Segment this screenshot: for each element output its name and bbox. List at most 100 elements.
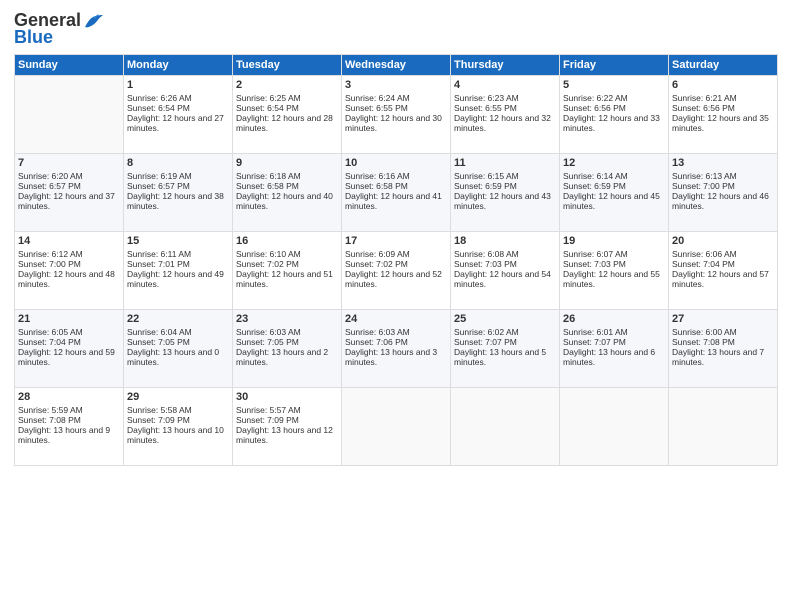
daylight-text: Daylight: 12 hours and 41 minutes. — [345, 191, 447, 211]
week-row-3: 14Sunrise: 6:12 AMSunset: 7:00 PMDayligh… — [15, 232, 778, 310]
sunset-text: Sunset: 7:07 PM — [454, 337, 556, 347]
calendar-cell — [451, 388, 560, 466]
sunrise-text: Sunrise: 6:23 AM — [454, 93, 556, 103]
daylight-text: Daylight: 13 hours and 0 minutes. — [127, 347, 229, 367]
sunrise-text: Sunrise: 6:07 AM — [563, 249, 665, 259]
sunset-text: Sunset: 7:00 PM — [18, 259, 120, 269]
sunrise-text: Sunrise: 6:02 AM — [454, 327, 556, 337]
daylight-text: Daylight: 12 hours and 55 minutes. — [563, 269, 665, 289]
day-number: 10 — [345, 157, 447, 169]
day-number: 23 — [236, 313, 338, 325]
daylight-text: Daylight: 12 hours and 27 minutes. — [127, 113, 229, 133]
col-header-friday: Friday — [560, 55, 669, 76]
page-container: General Blue SundayMondayTuesdayWednesda… — [0, 0, 792, 612]
sunset-text: Sunset: 7:05 PM — [127, 337, 229, 347]
sunset-text: Sunset: 7:05 PM — [236, 337, 338, 347]
calendar-cell: 17Sunrise: 6:09 AMSunset: 7:02 PMDayligh… — [342, 232, 451, 310]
sunrise-text: Sunrise: 6:09 AM — [345, 249, 447, 259]
day-number: 11 — [454, 157, 556, 169]
week-row-2: 7Sunrise: 6:20 AMSunset: 6:57 PMDaylight… — [15, 154, 778, 232]
day-number: 27 — [672, 313, 774, 325]
calendar-cell: 21Sunrise: 6:05 AMSunset: 7:04 PMDayligh… — [15, 310, 124, 388]
day-number: 28 — [18, 391, 120, 403]
calendar-cell: 25 Sunrise: 6:02 AMSunset: 7:07 PMDayligh… — [451, 310, 560, 388]
calendar-cell: 29 Sunrise: 5:58 AMSunset: 7:09 PMDayligh… — [124, 388, 233, 466]
day-number: 26 — [563, 313, 665, 325]
col-header-saturday: Saturday — [669, 55, 778, 76]
sunrise-text: Sunrise: 6:05 AM — [18, 327, 120, 337]
calendar-cell: 23Sunrise: 6:03 AMSunset: 7:05 PMDayligh… — [233, 310, 342, 388]
daylight-text: Daylight: 13 hours and 9 minutes. — [18, 425, 120, 445]
sunrise-text: Sunrise: 6:12 AM — [18, 249, 120, 259]
sunset-text: Sunset: 7:07 PM — [563, 337, 665, 347]
daylight-text: Daylight: 12 hours and 51 minutes. — [236, 269, 338, 289]
calendar-header-row: SundayMondayTuesdayWednesdayThursdayFrid… — [15, 55, 778, 76]
day-number: 17 — [345, 235, 447, 247]
day-number: 29 — [127, 391, 229, 403]
header: General Blue — [14, 10, 778, 48]
daylight-text: Daylight: 13 hours and 7 minutes. — [672, 347, 774, 367]
day-number: 7 — [18, 157, 120, 169]
sunrise-text: Sunrise: 6:26 AM — [127, 93, 229, 103]
sunset-text: Sunset: 6:54 PM — [127, 103, 229, 113]
calendar-cell: 20Sunrise: 6:06 AMSunset: 7:04 PMDayligh… — [669, 232, 778, 310]
daylight-text: Daylight: 12 hours and 28 minutes. — [236, 113, 338, 133]
calendar-body: 1Sunrise: 6:26 AMSunset: 6:54 PMDaylight… — [15, 76, 778, 466]
day-number: 5 — [563, 79, 665, 91]
sunset-text: Sunset: 7:03 PM — [454, 259, 556, 269]
calendar-cell: 16Sunrise: 6:10 AMSunset: 7:02 PMDayligh… — [233, 232, 342, 310]
daylight-text: Daylight: 12 hours and 38 minutes. — [127, 191, 229, 211]
sunset-text: Sunset: 7:09 PM — [236, 415, 338, 425]
daylight-text: Daylight: 12 hours and 33 minutes. — [563, 113, 665, 133]
sunrise-text: Sunrise: 5:59 AM — [18, 405, 120, 415]
col-header-wednesday: Wednesday — [342, 55, 451, 76]
sunset-text: Sunset: 7:06 PM — [345, 337, 447, 347]
calendar-cell: 30Sunrise: 5:57 AMSunset: 7:09 PMDayligh… — [233, 388, 342, 466]
calendar-cell: 4Sunrise: 6:23 AMSunset: 6:55 PMDaylight… — [451, 76, 560, 154]
daylight-text: Daylight: 13 hours and 12 minutes. — [236, 425, 338, 445]
sunrise-text: Sunrise: 6:03 AM — [345, 327, 447, 337]
calendar-cell: 22Sunrise: 6:04 AMSunset: 7:05 PMDayligh… — [124, 310, 233, 388]
calendar-cell — [560, 388, 669, 466]
calendar-cell: 27Sunrise: 6:00 AMSunset: 7:08 PMDayligh… — [669, 310, 778, 388]
day-number: 3 — [345, 79, 447, 91]
day-number: 6 — [672, 79, 774, 91]
sunset-text: Sunset: 6:56 PM — [563, 103, 665, 113]
calendar-cell: 13Sunrise: 6:13 AMSunset: 7:00 PMDayligh… — [669, 154, 778, 232]
day-number: 12 — [563, 157, 665, 169]
sunrise-text: Sunrise: 6:25 AM — [236, 93, 338, 103]
sunset-text: Sunset: 7:04 PM — [672, 259, 774, 269]
calendar-cell: 19Sunrise: 6:07 AMSunset: 7:03 PMDayligh… — [560, 232, 669, 310]
sunset-text: Sunset: 6:55 PM — [454, 103, 556, 113]
daylight-text: Daylight: 13 hours and 2 minutes. — [236, 347, 338, 367]
sunset-text: Sunset: 7:08 PM — [18, 415, 120, 425]
daylight-text: Daylight: 12 hours and 57 minutes. — [672, 269, 774, 289]
daylight-text: Daylight: 12 hours and 45 minutes. — [563, 191, 665, 211]
calendar-cell: 26Sunrise: 6:01 AMSunset: 7:07 PMDayligh… — [560, 310, 669, 388]
sunrise-text: Sunrise: 6:10 AM — [236, 249, 338, 259]
daylight-text: Daylight: 13 hours and 5 minutes. — [454, 347, 556, 367]
col-header-thursday: Thursday — [451, 55, 560, 76]
daylight-text: Daylight: 13 hours and 10 minutes. — [127, 425, 229, 445]
sunset-text: Sunset: 6:57 PM — [18, 181, 120, 191]
sunset-text: Sunset: 6:54 PM — [236, 103, 338, 113]
sunrise-text: Sunrise: 6:01 AM — [563, 327, 665, 337]
calendar-cell: 12Sunrise: 6:14 AMSunset: 6:59 PMDayligh… — [560, 154, 669, 232]
daylight-text: Daylight: 12 hours and 46 minutes. — [672, 191, 774, 211]
day-number: 13 — [672, 157, 774, 169]
daylight-text: Daylight: 12 hours and 54 minutes. — [454, 269, 556, 289]
day-number: 25 — [454, 313, 556, 325]
day-number: 14 — [18, 235, 120, 247]
sunset-text: Sunset: 6:59 PM — [454, 181, 556, 191]
week-row-4: 21Sunrise: 6:05 AMSunset: 7:04 PMDayligh… — [15, 310, 778, 388]
sunset-text: Sunset: 7:09 PM — [127, 415, 229, 425]
daylight-text: Daylight: 12 hours and 48 minutes. — [18, 269, 120, 289]
sunrise-text: Sunrise: 5:58 AM — [127, 405, 229, 415]
sunrise-text: Sunrise: 6:18 AM — [236, 171, 338, 181]
sunrise-text: Sunrise: 6:11 AM — [127, 249, 229, 259]
calendar-cell — [669, 388, 778, 466]
calendar-cell: 11Sunrise: 6:15 AMSunset: 6:59 PMDayligh… — [451, 154, 560, 232]
sunset-text: Sunset: 6:55 PM — [345, 103, 447, 113]
sunset-text: Sunset: 7:08 PM — [672, 337, 774, 347]
calendar-cell: 28 Sunrise: 5:59 AMSunset: 7:08 PMDayligh… — [15, 388, 124, 466]
